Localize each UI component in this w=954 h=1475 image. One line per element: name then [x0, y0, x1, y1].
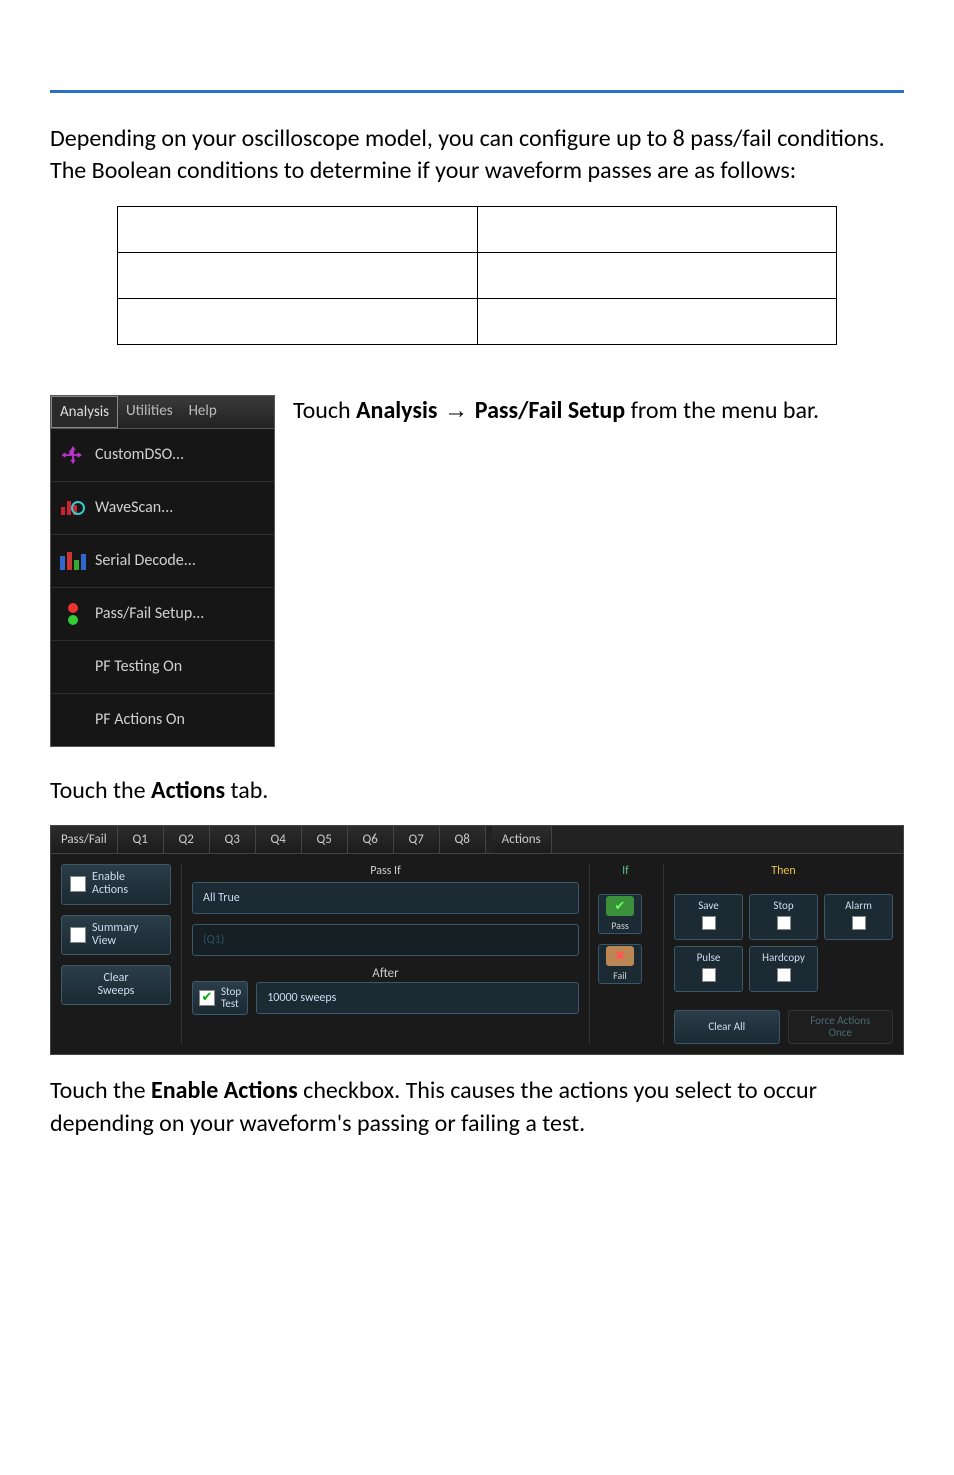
intro-paragraph: Depending on your oscilloscope model, yo…: [50, 123, 904, 188]
passfail-tabs: Pass/Fail Q1 Q2 Q3 Q4 Q5 Q6 Q7 Q8 Action…: [51, 826, 903, 854]
conditions-table: [117, 206, 837, 345]
then-save-checkbox[interactable]: Save: [674, 894, 743, 940]
tab-q2[interactable]: Q2: [164, 826, 210, 853]
menu-item-passfailsetup[interactable]: Pass/Fail Setup...: [51, 588, 274, 641]
passfail-panel: Pass/Fail Q1 Q2 Q3 Q4 Q5 Q6 Q7 Q8 Action…: [50, 825, 904, 1055]
checkbox-checked-icon: ✔: [199, 990, 215, 1006]
customdso-icon: [61, 443, 85, 467]
checkbox-icon: [702, 968, 716, 982]
sweeps-count-field[interactable]: 10000 sweeps: [256, 982, 579, 1014]
menu-item-customdso[interactable]: CustomDSO...: [51, 429, 274, 482]
tab-actions[interactable]: Actions: [492, 826, 552, 853]
enable-actions-checkbox[interactable]: Enable Actions: [61, 864, 171, 904]
tab-q7[interactable]: Q7: [394, 826, 440, 853]
table-row: [118, 206, 837, 252]
then-stop-checkbox[interactable]: Stop: [749, 894, 818, 940]
menu-tab-utilities[interactable]: Utilities: [118, 396, 181, 428]
menu-instruction: Touch Analysis → Pass/Fail Setup from th…: [293, 395, 819, 427]
passif-condition-field[interactable]: All True: [192, 882, 579, 914]
if-fail-button[interactable]: ✖ Fail: [598, 944, 642, 984]
tab-q8[interactable]: Q8: [440, 826, 486, 853]
actions-tab-instruction: Touch the Actions tab.: [50, 775, 904, 807]
menu-item-label: Serial Decode...: [95, 551, 196, 570]
then-pulse-checkbox[interactable]: Pulse: [674, 946, 743, 992]
force-actions-once-button[interactable]: Force Actions Once: [788, 1010, 894, 1044]
analysis-menu-panel: Analysis Utilities Help CustomDSO... Wav…: [50, 395, 275, 747]
wavescan-icon: [61, 496, 85, 520]
menu-item-label: WaveScan...: [95, 498, 173, 517]
menu-item-label: PF Actions On: [95, 710, 185, 729]
then-alarm-checkbox[interactable]: Alarm: [824, 894, 893, 940]
then-label: Then: [674, 864, 893, 878]
menu-item-label: CustomDSO...: [95, 445, 184, 464]
menu-item-label: Pass/Fail Setup...: [95, 604, 204, 623]
checkbox-icon: [852, 916, 866, 930]
q1-expression-field[interactable]: (Q1): [192, 924, 579, 956]
tab-q5[interactable]: Q5: [302, 826, 348, 853]
menu-item-wavescan[interactable]: WaveScan...: [51, 482, 274, 535]
checkbox-icon: [70, 876, 86, 892]
clear-sweeps-button[interactable]: Clear Sweeps: [61, 965, 171, 1005]
tab-passfail[interactable]: Pass/Fail: [51, 826, 118, 853]
tab-q1[interactable]: Q1: [118, 826, 164, 853]
tab-q3[interactable]: Q3: [210, 826, 256, 853]
menu-item-pfactionson[interactable]: PF Actions On: [51, 694, 274, 746]
blank-icon: [61, 655, 85, 679]
menu-tab-analysis[interactable]: Analysis: [51, 396, 118, 428]
arrow-icon: →: [437, 397, 474, 424]
tab-q4[interactable]: Q4: [256, 826, 302, 853]
blank-icon: [61, 708, 85, 732]
menu-titlebar: Analysis Utilities Help: [51, 396, 274, 429]
menu-item-label: PF Testing On: [95, 657, 182, 676]
table-row: [118, 298, 837, 344]
page-rule: [50, 90, 904, 93]
checkbox-icon: [777, 916, 791, 930]
closing-paragraph: Touch the Enable Actions checkbox. This …: [50, 1075, 904, 1140]
if-label: If: [598, 864, 653, 878]
menu-item-pftestingon[interactable]: PF Testing On: [51, 641, 274, 694]
table-row: [118, 252, 837, 298]
clear-all-button[interactable]: Clear All: [674, 1010, 780, 1044]
then-hardcopy-checkbox[interactable]: Hardcopy: [749, 946, 818, 992]
serialdecode-icon: [61, 549, 85, 573]
passif-label: Pass If: [192, 864, 579, 878]
summary-view-checkbox[interactable]: Summary View: [61, 915, 171, 955]
passfail-icon: [61, 602, 85, 626]
if-pass-button[interactable]: ✔ Pass: [598, 894, 642, 934]
stop-test-checkbox[interactable]: ✔ Stop Test: [192, 981, 248, 1015]
checkbox-icon: [777, 968, 791, 982]
pass-check-icon: ✔: [606, 896, 634, 916]
menu-item-serialdecode[interactable]: Serial Decode...: [51, 535, 274, 588]
after-label: After: [192, 966, 579, 981]
tab-q6[interactable]: Q6: [348, 826, 394, 853]
menu-tab-help[interactable]: Help: [181, 396, 225, 428]
checkbox-icon: [702, 916, 716, 930]
fail-x-icon: ✖: [606, 946, 634, 966]
checkbox-icon: [70, 927, 86, 943]
